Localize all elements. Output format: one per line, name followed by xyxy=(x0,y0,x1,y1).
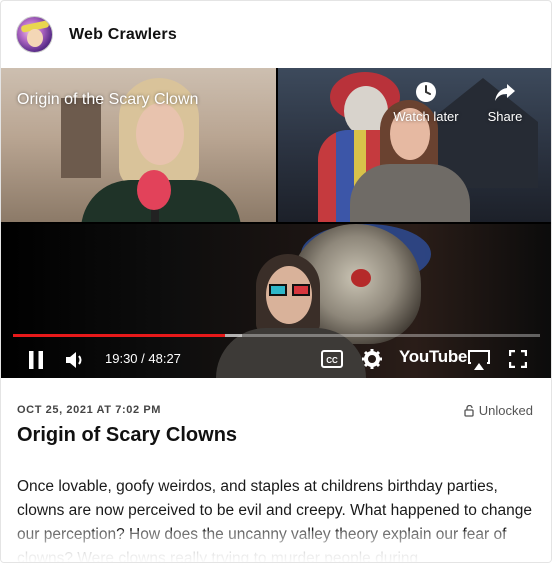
unlocked-label: Unlocked xyxy=(478,403,533,418)
share-arrow-icon xyxy=(495,84,515,101)
unlock-icon xyxy=(464,404,474,417)
avatar[interactable] xyxy=(16,16,53,53)
post-date: OCT 25, 2021 AT 7:02 PM xyxy=(17,404,162,416)
player-controls: 19:30 / 48:27 CC YouTube xyxy=(1,342,551,378)
settings-gear-icon[interactable] xyxy=(362,349,382,369)
video-player[interactable]: Origin of the Scary Clown Watch later Sh… xyxy=(1,68,551,378)
post-header: Web Crawlers xyxy=(1,1,551,68)
youtube-logo[interactable]: YouTube xyxy=(399,347,467,367)
post-card: Web Crawlers Origin of the Scary Clown W… xyxy=(0,0,552,563)
site-name[interactable]: Web Crawlers xyxy=(69,26,177,44)
share-label: Share xyxy=(487,109,523,124)
video-title[interactable]: Origin of the Scary Clown xyxy=(17,91,198,109)
clown-nose-shape xyxy=(351,269,371,287)
captions-icon[interactable]: CC xyxy=(321,350,343,368)
pause-icon[interactable] xyxy=(28,351,44,369)
avatar-face xyxy=(27,29,43,47)
post-title[interactable]: Origin of Scary Clowns xyxy=(17,424,237,447)
progress-bar[interactable] xyxy=(13,334,540,337)
volume-icon[interactable] xyxy=(65,351,85,369)
progress-fill xyxy=(13,334,226,337)
3d-glasses-right xyxy=(292,284,310,296)
clock-icon xyxy=(416,82,436,102)
shelf-shape xyxy=(61,98,101,178)
time-display: 19:30 / 48:27 xyxy=(105,351,181,366)
fullscreen-icon[interactable] xyxy=(509,350,527,368)
watch-later-button[interactable]: Watch later xyxy=(389,81,463,124)
airplay-icon[interactable] xyxy=(467,349,491,371)
face-shape xyxy=(136,103,184,165)
3d-glasses-left xyxy=(269,284,287,296)
microphone-shape xyxy=(137,170,171,210)
unlocked-badge: Unlocked xyxy=(464,403,533,418)
watch-later-label: Watch later xyxy=(393,109,459,124)
body-shape xyxy=(350,164,470,222)
svg-text:CC: CC xyxy=(326,356,338,365)
text-fade-overlay xyxy=(1,531,551,562)
share-button[interactable]: Share xyxy=(483,81,527,124)
